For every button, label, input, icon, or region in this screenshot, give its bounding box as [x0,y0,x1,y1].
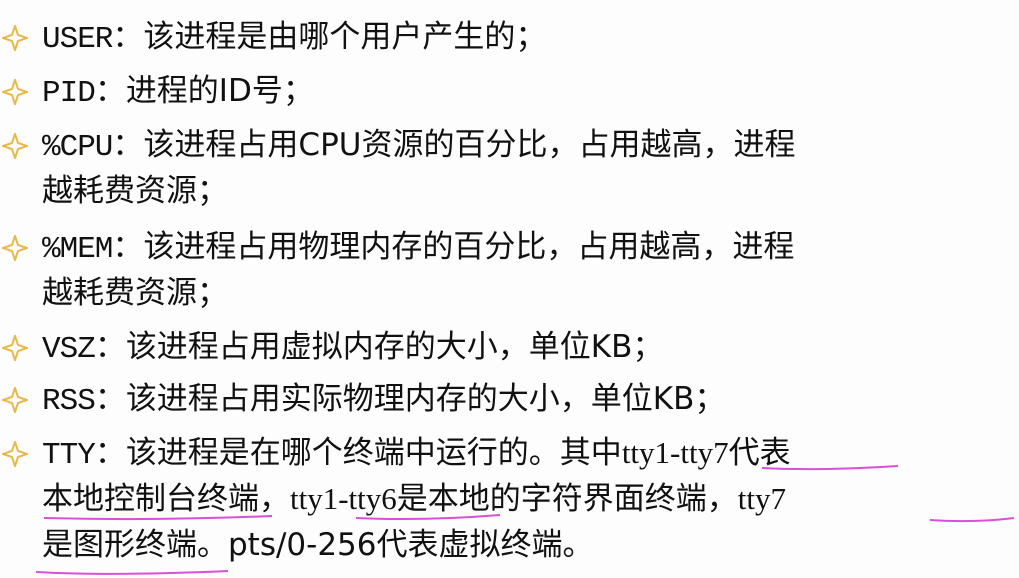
diamond-star-outline-icon [2,235,28,261]
slide: USER：该进程是由哪个用户产生的； PID：进程的ID号； %CPU：该进程占… [0,0,1019,578]
separator: ： [94,73,126,109]
diamond-star-outline-icon [2,79,28,105]
bullet-mem: %MEM：该进程占用物理内存的百分比，占用越高，进程 越耗费资源； [0,222,1010,322]
virtual-terminal-text: 。pts/0-256代表虚拟终端。 [197,527,594,563]
field-description-continued: 越耗费资源； [42,173,228,209]
comma: ， [259,481,290,517]
field-description: 该进程占用物理内存的百分比，占用越高，进程 [143,229,795,265]
separator: ： [94,329,126,365]
separator: ： [94,381,126,417]
graphic-terminal-text: 是图形终端 [42,527,197,563]
separator: ： [112,19,144,55]
field-name: USER [42,22,113,57]
field-description-continued: 越耗费资源； [42,275,228,311]
tty-range-char: tty1-tty6 [290,481,397,516]
field-name: RSS [42,384,96,419]
separator: ： [112,229,144,265]
tty-range-local: tty1-tty7 [621,435,729,470]
diamond-star-outline-icon [2,133,28,159]
diamond-star-outline-icon [2,335,28,361]
field-name: VSZ [42,332,96,367]
local-console-terminal-text: 本地控制台终端 [42,481,259,517]
diamond-star-outline-icon [2,387,28,413]
diamond-star-outline-icon [2,25,28,51]
field-description: 该进程占用CPU资源的百分比，占用越高，进程 [143,127,796,163]
separator: ： [94,435,126,471]
field-name: %CPU [42,130,113,165]
field-name: PID [42,76,96,111]
bullet-tty: TTY：该进程是在哪个终端中运行的。其中tty1-tty7代表 本地控制台终端，… [0,428,1010,578]
diamond-star-outline-icon [2,441,28,467]
tty7-text: tty7 [737,481,787,516]
field-description-tail: 代表 [728,435,791,471]
field-description: 进程的ID号； [125,73,314,109]
field-name: TTY [42,438,96,473]
field-description: 该进程占用虚拟内存的大小，单位KB； [125,329,664,365]
field-description: 该进程是在哪个终端中运行的。其中 [125,435,622,471]
field-description: 该进程是由哪个用户产生的； [143,19,547,55]
separator: ： [112,127,144,163]
field-description: 该进程占用实际物理内存的大小，单位KB； [125,381,726,417]
char-terminal-text: 是本地的字符界面终端， [396,481,738,517]
bullet-cpu: %CPU：该进程占用CPU资源的百分比，占用越高，进程 越耗费资源； [0,120,1010,220]
field-name: %MEM [42,232,113,267]
